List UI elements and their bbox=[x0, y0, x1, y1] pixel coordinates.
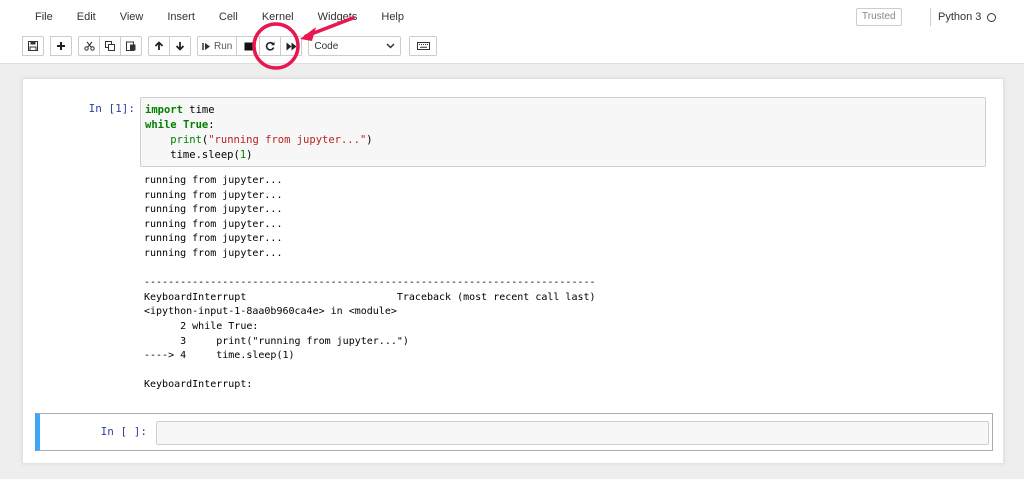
output-line: KeyboardInterrupt: bbox=[144, 379, 259, 391]
code-token: time.sleep( bbox=[145, 149, 240, 161]
restart-kernel-button[interactable] bbox=[259, 36, 282, 56]
cut-icon bbox=[83, 41, 95, 51]
trusted-indicator[interactable]: Trusted bbox=[856, 8, 902, 26]
kernel-status-icon bbox=[987, 12, 997, 22]
copy-icon bbox=[105, 41, 115, 51]
plus-icon bbox=[57, 42, 65, 50]
menu-edit[interactable]: Edit bbox=[65, 7, 108, 27]
save-button[interactable] bbox=[22, 36, 44, 56]
code-token: True bbox=[182, 119, 209, 131]
toolbar: Run Code bbox=[22, 35, 438, 57]
cell-type-value: Code bbox=[314, 40, 339, 52]
output-line: ----------------------------------------… bbox=[144, 277, 596, 289]
menu-bar: File Edit View Insert Cell Kernel Widgets Help bbox=[22, 6, 416, 28]
code-line: import time bbox=[145, 103, 981, 118]
restart-icon bbox=[266, 41, 275, 51]
copy-button[interactable] bbox=[99, 36, 121, 56]
output-line: ----> 4 time.sleep(1) bbox=[144, 350, 295, 362]
code-token: print bbox=[170, 134, 202, 146]
paste-icon bbox=[126, 41, 136, 51]
cell-1-prompt: In [1]: bbox=[88, 102, 135, 115]
code-token: time bbox=[182, 104, 215, 116]
cut-button[interactable] bbox=[78, 36, 100, 56]
move-up-button[interactable] bbox=[148, 36, 170, 56]
cell-2-code-editor[interactable] bbox=[156, 421, 989, 445]
code-line: time.sleep(1) bbox=[145, 148, 981, 163]
cell-type-select[interactable]: Code bbox=[308, 36, 402, 56]
code-token: import bbox=[145, 104, 183, 116]
notebook-header: File Edit View Insert Cell Kernel Widgets Help … bbox=[0, 0, 1024, 64]
output-line: <ipython-input-1-8aa0b960ca4e> in <modul… bbox=[144, 306, 397, 318]
code-token: ) bbox=[366, 134, 373, 146]
output-line: running from jupyter... bbox=[144, 218, 283, 230]
output-line: 2 while True: bbox=[144, 320, 259, 332]
paste-button[interactable] bbox=[120, 36, 142, 56]
code-token: : bbox=[208, 119, 215, 131]
move-down-button[interactable] bbox=[169, 36, 191, 56]
cell-1-output: running from jupyter... running from jupy… bbox=[144, 174, 596, 393]
output-line: KeyboardInterrupt Traceback (most recent… bbox=[144, 291, 596, 303]
cell-2-prompt: In [ ]: bbox=[100, 425, 147, 438]
command-palette-button[interactable] bbox=[409, 36, 438, 56]
code-lines: import time while True: print("running fr… bbox=[141, 98, 985, 168]
run-button[interactable]: Run bbox=[197, 36, 238, 56]
output-line: running from jupyter... bbox=[144, 204, 283, 216]
kernel-name: Python 3 bbox=[938, 11, 982, 23]
menu-cell[interactable]: Cell bbox=[207, 7, 250, 27]
menu-view[interactable]: View bbox=[108, 7, 156, 27]
run-label: Run bbox=[214, 40, 233, 52]
code-token: while bbox=[145, 119, 177, 131]
run-icon bbox=[202, 42, 210, 50]
keyboard-icon bbox=[416, 42, 430, 50]
output-line: running from jupyter... bbox=[144, 247, 283, 259]
fast-forward-icon bbox=[286, 42, 297, 50]
cell-1-code-editor[interactable]: import time while True: print("running fr… bbox=[140, 97, 986, 167]
code-token: ) bbox=[246, 149, 253, 161]
save-icon bbox=[28, 41, 38, 51]
arrow-up-icon bbox=[154, 41, 164, 50]
code-token: "running from jupyter..." bbox=[208, 134, 367, 146]
restart-run-all-button[interactable] bbox=[280, 36, 303, 56]
selected-cell[interactable]: In [ ]: bbox=[35, 413, 993, 451]
menu-file[interactable]: File bbox=[22, 7, 65, 27]
insert-cell-button[interactable] bbox=[50, 36, 72, 56]
notebook-container: In [1]: import time while True: print("ru… bbox=[22, 78, 1004, 464]
output-line: running from jupyter... bbox=[144, 189, 283, 201]
output-line: 3 print("running from jupyter...") bbox=[144, 335, 409, 347]
chevron-down-icon bbox=[386, 43, 395, 49]
code-line: while True: bbox=[145, 118, 981, 133]
output-line: running from jupyter... bbox=[144, 233, 283, 245]
arrow-down-icon bbox=[175, 42, 185, 51]
menu-widgets[interactable]: Widgets bbox=[306, 7, 370, 27]
output-line: running from jupyter... bbox=[144, 175, 283, 186]
stop-icon bbox=[244, 42, 253, 50]
menu-help[interactable]: Help bbox=[369, 7, 416, 27]
interrupt-kernel-button[interactable] bbox=[236, 36, 261, 56]
menu-insert[interactable]: Insert bbox=[155, 7, 207, 27]
kernel-indicator: Python 3 bbox=[930, 8, 997, 26]
menu-kernel[interactable]: Kernel bbox=[250, 7, 306, 27]
code-line: print("running from jupyter...") bbox=[145, 133, 981, 148]
